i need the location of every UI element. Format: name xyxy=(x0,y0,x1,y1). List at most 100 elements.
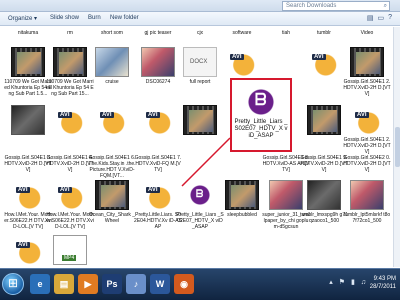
list-item[interactable]: Gossip.Girl.S04E1 9.HDTV.XviD-2H D.[VTV] xyxy=(300,153,348,173)
file-label: full report xyxy=(189,79,211,85)
avi-icon xyxy=(307,47,341,77)
file-label: 110709 We Got Married Khuntoria Ep 54 En… xyxy=(4,79,52,97)
image-thumbnail xyxy=(307,180,341,210)
system-tray-icons[interactable]: ▴ ⚑ ▮ ♫ xyxy=(329,278,368,286)
list-item[interactable]: Video xyxy=(343,28,391,36)
video-thumbnail xyxy=(225,180,259,210)
list-item[interactable]: Gossip.Girl.S04E1 4.HDTV.XviD-2H D.[VTV] xyxy=(46,153,94,173)
scrollbar-thumb[interactable] xyxy=(395,127,400,167)
start-button[interactable] xyxy=(2,273,24,295)
vertical-scrollbar[interactable] xyxy=(393,27,400,267)
internet-explorer-icon[interactable]: e xyxy=(30,274,50,294)
organize-menu[interactable]: Organize ▾ xyxy=(8,15,37,22)
list-item[interactable] xyxy=(88,105,136,135)
image-thumbnail xyxy=(350,180,384,210)
file-label: tumblr xyxy=(317,30,331,36)
list-item[interactable]: nitakuma xyxy=(4,28,52,36)
word-icon[interactable]: W xyxy=(150,274,170,294)
view-options-icon[interactable]: ▤ xyxy=(367,14,374,22)
video-thumbnail xyxy=(183,105,217,135)
video-thumbnail xyxy=(307,105,341,135)
list-item[interactable]: DSC06274 xyxy=(134,47,182,85)
list-item[interactable]: tumblr_lpt5mlsrkf t8o7f72co1_500 xyxy=(343,180,391,224)
list-item-selected-torrent[interactable]: Pretty_Little_Liars _S02E07_HDTV_X viD_A… xyxy=(176,180,224,230)
file-label: Pretty.Little.Liars. S02E04.HDTV.Xv iD-A… xyxy=(134,212,182,230)
video-thumbnail xyxy=(11,47,45,77)
bittorrent-icon xyxy=(247,88,275,116)
photoshop-icon[interactable]: Ps xyxy=(102,274,122,294)
new-folder-button[interactable]: New folder xyxy=(110,15,139,21)
file-label: sleepbubbled xyxy=(227,212,257,218)
preview-pane-icon[interactable]: ▭ xyxy=(377,14,384,22)
video-thumbnail xyxy=(350,47,384,77)
avi-icon xyxy=(11,235,45,265)
highlight-callout: Pretty_Little_Liars _S02E07_HDTV_X viD_A… xyxy=(230,78,292,152)
itunes-icon[interactable]: ♪ xyxy=(126,274,146,294)
clock-date: 28/7/2011 xyxy=(369,284,396,290)
avi-icon xyxy=(11,180,45,210)
list-item[interactable]: sleepbubbled xyxy=(218,180,266,218)
list-item[interactable]: cjx xyxy=(176,28,224,36)
list-item[interactable]: full report xyxy=(176,47,224,85)
list-item[interactable]: How.I.Met.Your. Mother.S06E22.H DTV.XviD… xyxy=(46,180,94,230)
list-item[interactable] xyxy=(300,105,348,135)
list-item[interactable]: Gossip.Girl.S04E1 7.HDTV.XviD-FQ M.[VTV] xyxy=(134,153,182,173)
file-label: Gossip.Girl.S04E1 4.HDTV.XviD-2H D.[VTV] xyxy=(46,155,94,173)
list-item[interactable]: cruise xyxy=(88,47,136,85)
list-item[interactable]: tumblr xyxy=(300,28,348,36)
list-item[interactable] xyxy=(218,47,266,77)
list-item[interactable]: Gossip.Girl.S04E2 0.HDTV.XviD-2H D.[VTV] xyxy=(343,153,391,173)
list-item[interactable] xyxy=(176,105,224,135)
list-item[interactable]: tumblr_lmxspg9h g71qzaoco1_500 xyxy=(300,180,348,224)
list-item[interactable] xyxy=(46,105,94,135)
clock[interactable]: 9:43 PM 28/7/2011 xyxy=(370,275,396,291)
list-item[interactable] xyxy=(134,105,182,135)
file-label: DSC06274 xyxy=(145,79,171,85)
search-icon[interactable]: ⌕ xyxy=(384,2,387,10)
list-item[interactable]: How.I.Met.Your. Mother.S06E22.H DTV.XviD… xyxy=(4,180,52,230)
list-item[interactable] xyxy=(300,47,348,77)
file-label: Pretty_Little_Liars _S02E07_HDTV_X viD_A… xyxy=(176,212,224,230)
list-item[interactable]: 110709 We Got Married Khuntoria Ep 54 En… xyxy=(46,47,94,97)
file-label: Gossip.Girl.S04E1 9.HDTV.XviD-2H D.[VTV] xyxy=(300,155,348,173)
file-label: Gossip.Girl.S04E1 6.The.Kids.Stay.in .th… xyxy=(88,155,136,179)
file-label: cruise xyxy=(105,79,119,85)
toolbar-right: ▤ ▭ ? xyxy=(367,14,392,22)
file-label: Video xyxy=(360,30,374,36)
list-item[interactable]: Gossip.Girl.S04E1 2.HDTV.XviD-2H D.[VTV] xyxy=(343,47,391,97)
slide-show-button[interactable]: Slide show xyxy=(50,15,79,21)
file-label: Gossip.Girl.S04E1 7.HDTV.XviD-FQ M.[VTV] xyxy=(134,155,182,173)
file-label: gj pic teaser xyxy=(144,30,172,36)
file-label: How.I.Met.Your. Mother.S06E22.H DTV.XviD… xyxy=(46,212,94,230)
list-item[interactable]: 110709 We Got Married Khuntoria Ep 54 En… xyxy=(4,47,52,97)
list-item[interactable]: Ocean_City_Shark _Wheel xyxy=(88,180,136,224)
list-item[interactable]: Gossip.Girl.S04E1 2.HDTV.XviD-2H D.[VTV] xyxy=(343,105,391,155)
list-item[interactable]: software xyxy=(218,28,266,36)
search-input[interactable]: Search Downloads ⌕ xyxy=(282,1,390,11)
explorer-folder-icon[interactable]: ▤ xyxy=(54,274,74,294)
list-item[interactable]: short som xyxy=(88,28,136,36)
image-thumbnail xyxy=(269,180,303,210)
callout-file-name: Pretty_Little_Liars _S02E07_HDTV_X viD_A… xyxy=(234,119,288,139)
firefox-icon[interactable]: ◉ xyxy=(174,274,194,294)
file-label: 110709 We Got Married Khuntoria Ep 54 En… xyxy=(46,79,94,97)
list-item[interactable]: rm xyxy=(46,28,94,36)
mp4-icon xyxy=(53,235,87,265)
list-item[interactable] xyxy=(46,235,94,265)
list-item[interactable]: gj pic teaser xyxy=(134,28,182,36)
list-item[interactable] xyxy=(4,105,52,135)
help-icon[interactable]: ? xyxy=(388,14,392,22)
list-item[interactable]: Pretty.Little.Liars. S02E04.HDTV.Xv iD-A… xyxy=(134,180,182,230)
list-item[interactable]: Gossip.Girl.S04E1 3.HDTV.XviD-2H D.[VTV] xyxy=(4,153,52,173)
image-thumbnail xyxy=(141,47,175,77)
command-bar: Organize ▾ Slide show Burn New folder ▤ … xyxy=(0,12,400,26)
file-list: nitakuma rm short som gj pic teaser cjx … xyxy=(0,27,393,267)
file-label: tumblr_lpt5mlsrkf t8o7f72co1_500 xyxy=(343,212,391,224)
file-label: tumblr_lmxspg9h g71qzaoco1_500 xyxy=(300,212,348,224)
avi-icon xyxy=(141,105,175,135)
windows-media-player-icon[interactable]: ▶ xyxy=(78,274,98,294)
burn-button[interactable]: Burn xyxy=(88,15,101,21)
list-item[interactable] xyxy=(4,235,52,265)
list-item[interactable]: Gossip.Girl.S04E1 6.The.Kids.Stay.in .th… xyxy=(88,153,136,179)
video-thumbnail xyxy=(53,47,87,77)
